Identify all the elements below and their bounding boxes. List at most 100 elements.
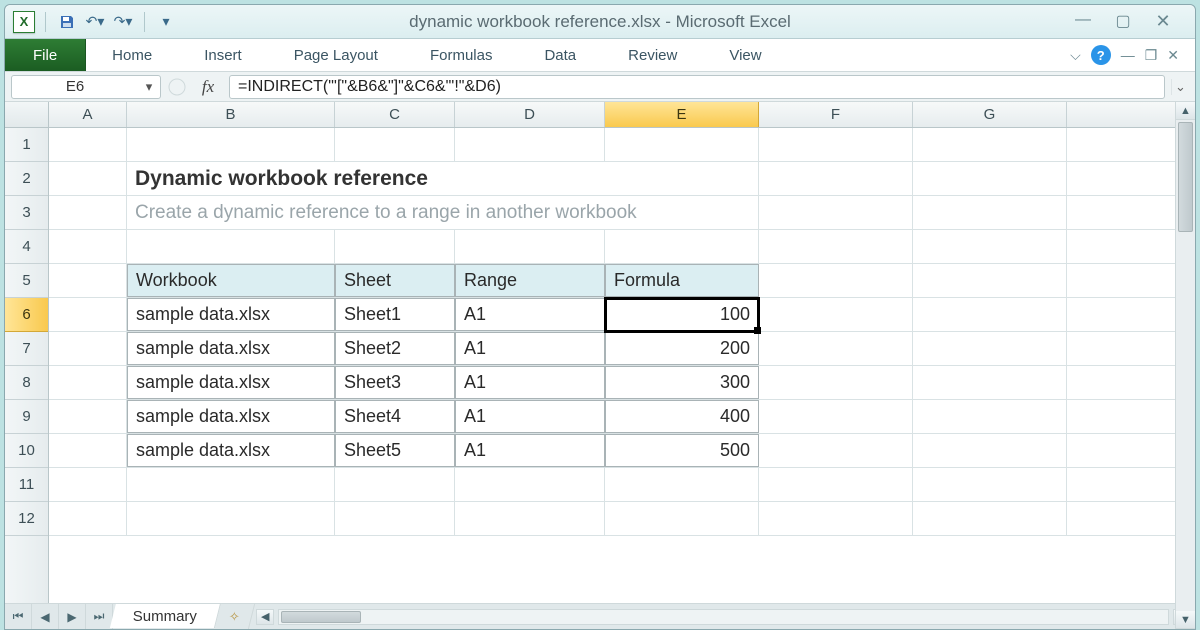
workbook-restore-button[interactable]: ❐ bbox=[1145, 47, 1158, 64]
redo-button[interactable]: ↷▾ bbox=[112, 11, 134, 33]
tab-insert[interactable]: Insert bbox=[178, 39, 268, 71]
table-cell-range[interactable]: A1 bbox=[455, 400, 605, 433]
table-cell-range[interactable]: A1 bbox=[455, 434, 605, 467]
table-cell-formula[interactable]: 200 bbox=[605, 332, 759, 365]
sheet-nav-prev-icon[interactable]: ◀ bbox=[32, 604, 59, 629]
vertical-scrollbar[interactable]: ▲ ▼ bbox=[1175, 128, 1195, 603]
minimize-button[interactable]: — bbox=[1073, 11, 1093, 32]
excel-window: X ↶▾ ↷▾ ▾ dynamic workbook reference.xls… bbox=[4, 4, 1196, 630]
title-cell[interactable]: Dynamic workbook reference bbox=[127, 162, 759, 195]
column-header-C[interactable]: C bbox=[335, 102, 455, 127]
window-controls: — ▢ ✕ bbox=[1073, 11, 1195, 32]
row-headers: 123456789101112 bbox=[5, 128, 49, 603]
table-cell-range[interactable]: A1 bbox=[455, 366, 605, 399]
column-header-F[interactable]: F bbox=[759, 102, 913, 127]
formula-bar-value: =INDIRECT("'["&B6&"]"&C6&"'!"&D6) bbox=[238, 78, 1156, 96]
title-bar: X ↶▾ ↷▾ ▾ dynamic workbook reference.xls… bbox=[5, 5, 1195, 39]
table-header-sheet[interactable]: Sheet bbox=[335, 264, 455, 297]
table-cell-sheet[interactable]: Sheet2 bbox=[335, 332, 455, 365]
vscroll-thumb[interactable] bbox=[1178, 128, 1193, 232]
table-cell-sheet[interactable]: Sheet3 bbox=[335, 366, 455, 399]
formula-bar[interactable]: =INDIRECT("'["&B6&"]"&C6&"'!"&D6) bbox=[229, 75, 1165, 99]
ribbon-tabs: File Home Insert Page Layout Formulas Da… bbox=[5, 39, 1195, 72]
save-button[interactable] bbox=[56, 11, 78, 33]
horizontal-scrollbar[interactable]: ◀ ▶ bbox=[252, 604, 1195, 629]
table-header-workbook[interactable]: Workbook bbox=[127, 264, 335, 297]
tab-home[interactable]: Home bbox=[86, 39, 178, 71]
table-cell-formula[interactable]: 500 bbox=[605, 434, 759, 467]
table-cell-sheet[interactable]: Sheet4 bbox=[335, 400, 455, 433]
qat-customize-button[interactable]: ▾ bbox=[155, 11, 177, 33]
row-header-3[interactable]: 3 bbox=[5, 196, 48, 230]
sheet-tab-bar: ⏮ ◀ ▶ ⏭ Summary ✧ ◀ ▶ bbox=[5, 603, 1195, 629]
scroll-left-icon[interactable]: ◀ bbox=[256, 609, 274, 625]
tab-data[interactable]: Data bbox=[518, 39, 602, 71]
name-box-dropdown-icon[interactable]: ▾ bbox=[138, 79, 160, 95]
row-header-6[interactable]: 6 bbox=[5, 298, 48, 332]
file-tab[interactable]: File bbox=[5, 39, 86, 71]
worksheet-grid: ABCDEFG 123456789101112 Dynamic workbook… bbox=[5, 102, 1195, 629]
row-header-8[interactable]: 8 bbox=[5, 366, 48, 400]
column-header-D[interactable]: D bbox=[455, 102, 605, 127]
row-header-1[interactable]: 1 bbox=[5, 128, 48, 162]
table-cell-workbook[interactable]: sample data.xlsx bbox=[127, 366, 335, 399]
row-header-2[interactable]: 2 bbox=[5, 162, 48, 196]
column-header-B[interactable]: B bbox=[127, 102, 335, 127]
row-header-9[interactable]: 9 bbox=[5, 400, 48, 434]
table-cell-range[interactable]: A1 bbox=[455, 332, 605, 365]
undo-button[interactable]: ↶▾ bbox=[84, 11, 106, 33]
name-box[interactable]: E6 ▾ bbox=[11, 75, 161, 99]
table-header-formula[interactable]: Formula bbox=[605, 264, 759, 297]
table-cell-formula[interactable]: 400 bbox=[605, 400, 759, 433]
hscroll-thumb[interactable] bbox=[281, 611, 361, 623]
table-cell-range[interactable]: A1 bbox=[455, 298, 605, 331]
workbook-close-button[interactable]: ✕ bbox=[1167, 47, 1179, 64]
table-cell-workbook[interactable]: sample data.xlsx bbox=[127, 434, 335, 467]
maximize-button[interactable]: ▢ bbox=[1113, 11, 1133, 32]
help-icon[interactable]: ? bbox=[1091, 45, 1111, 65]
tab-review[interactable]: Review bbox=[602, 39, 703, 71]
sheet-nav-buttons: ⏮ ◀ ▶ ⏭ bbox=[5, 604, 113, 629]
row-header-5[interactable]: 5 bbox=[5, 264, 48, 298]
row-header-11[interactable]: 11 bbox=[5, 468, 48, 502]
column-headers: ABCDEFG bbox=[5, 102, 1195, 128]
sheet-nav-first-icon[interactable]: ⏮ bbox=[5, 604, 32, 629]
table-header-range[interactable]: Range bbox=[455, 264, 605, 297]
column-header-E[interactable]: E bbox=[605, 102, 759, 127]
sheet-tab-summary[interactable]: Summary bbox=[110, 603, 221, 628]
row-header-12[interactable]: 12 bbox=[5, 502, 48, 536]
hscroll-track[interactable] bbox=[278, 609, 1169, 625]
column-header-G[interactable]: G bbox=[913, 102, 1067, 127]
table-cell-sheet[interactable]: Sheet5 bbox=[335, 434, 455, 467]
table-cell-workbook[interactable]: sample data.xlsx bbox=[127, 298, 335, 331]
formula-bar-expand-icon[interactable]: ⌄ bbox=[1171, 79, 1189, 95]
row-header-7[interactable]: 7 bbox=[5, 332, 48, 366]
column-header-A[interactable]: A bbox=[49, 102, 127, 127]
table-cell-sheet[interactable]: Sheet1 bbox=[335, 298, 455, 331]
fx-cancel-placeholder bbox=[167, 77, 187, 97]
name-box-value: E6 bbox=[12, 78, 138, 95]
vscroll-track[interactable] bbox=[1176, 128, 1195, 603]
table-cell-formula[interactable]: 100 bbox=[605, 298, 759, 331]
formula-bar-row: E6 ▾ fx =INDIRECT("'["&B6&"]"&C6&"'!"&D6… bbox=[5, 72, 1195, 102]
row-header-10[interactable]: 10 bbox=[5, 434, 48, 468]
close-button[interactable]: ✕ bbox=[1153, 11, 1173, 32]
cells-area[interactable]: Dynamic workbook reference Create a dyna… bbox=[49, 128, 1195, 603]
excel-icon[interactable]: X bbox=[13, 11, 35, 33]
row-header-4[interactable]: 4 bbox=[5, 230, 48, 264]
tab-page-layout[interactable]: Page Layout bbox=[268, 39, 404, 71]
table-cell-workbook[interactable]: sample data.xlsx bbox=[127, 400, 335, 433]
sheet-nav-last-icon[interactable]: ⏭ bbox=[86, 604, 112, 629]
quick-access-toolbar: X ↶▾ ↷▾ ▾ bbox=[5, 11, 185, 33]
sheet-nav-next-icon[interactable]: ▶ bbox=[59, 604, 86, 629]
table-cell-workbook[interactable]: sample data.xlsx bbox=[127, 332, 335, 365]
new-sheet-button[interactable]: ✧ bbox=[215, 604, 255, 629]
subtitle-cell[interactable]: Create a dynamic reference to a range in… bbox=[127, 196, 759, 229]
tab-view[interactable]: View bbox=[703, 39, 787, 71]
select-all-corner[interactable] bbox=[5, 102, 49, 127]
ribbon-minimize-icon[interactable]: ⌵ bbox=[1070, 47, 1081, 64]
fx-label[interactable]: fx bbox=[193, 77, 223, 97]
table-cell-formula[interactable]: 300 bbox=[605, 366, 759, 399]
workbook-minimize-button[interactable]: — bbox=[1121, 47, 1135, 63]
tab-formulas[interactable]: Formulas bbox=[404, 39, 519, 71]
